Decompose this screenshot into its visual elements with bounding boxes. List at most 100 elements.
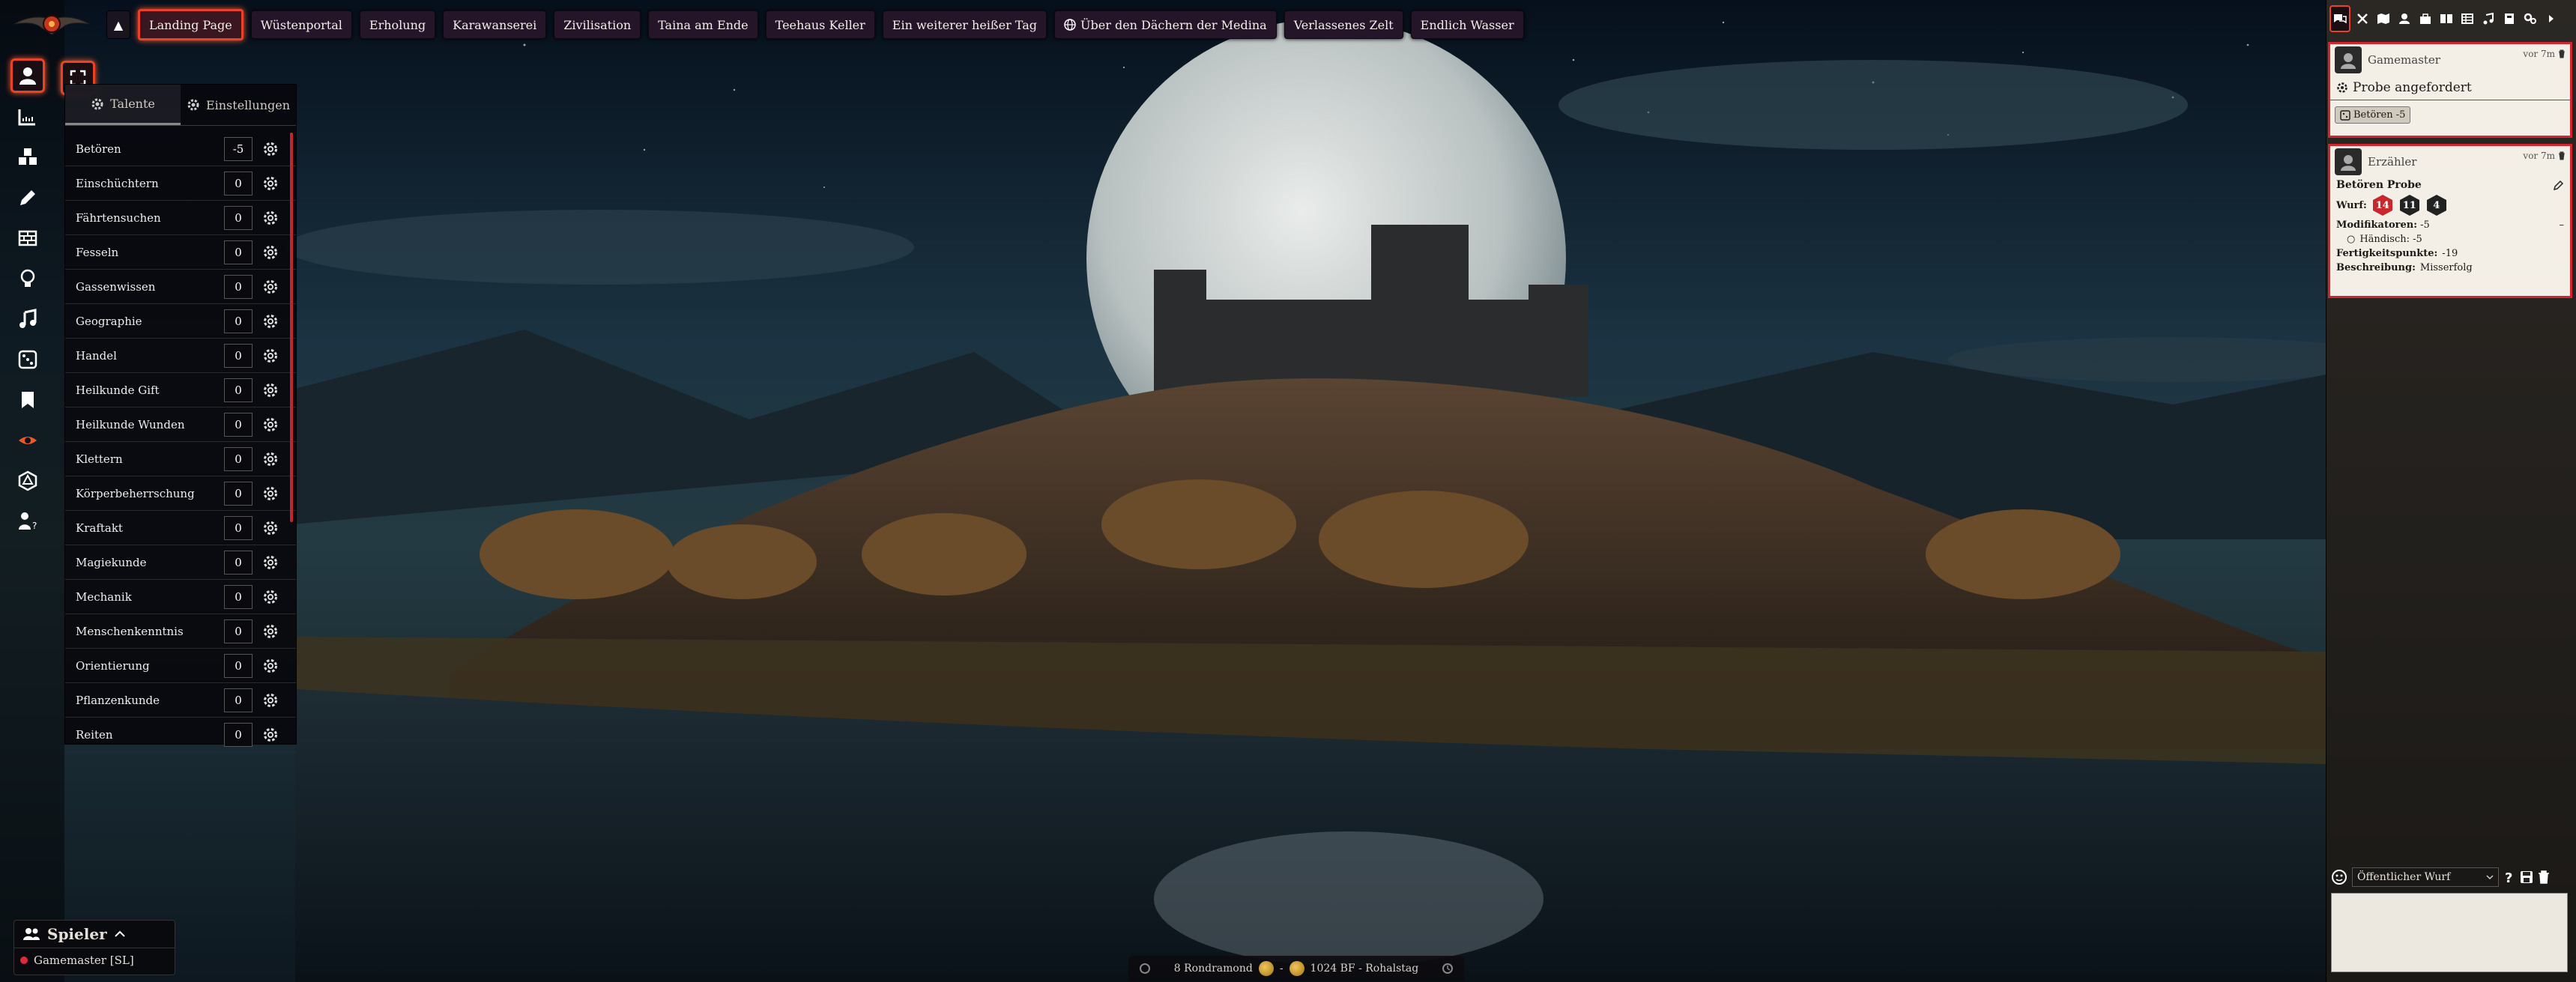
tab-scenes[interactable] xyxy=(2374,7,2392,31)
skills-scrollbar[interactable] xyxy=(290,133,293,522)
game-logo[interactable] xyxy=(7,7,96,40)
skill-row[interactable]: Reiten 0 xyxy=(65,718,296,752)
skill-roll-button[interactable] xyxy=(260,621,281,642)
scene-verlassenes-zelt[interactable]: Verlassenes Zelt xyxy=(1284,10,1403,39)
skill-row[interactable]: Klettern 0 xyxy=(65,442,296,476)
tab-items[interactable] xyxy=(2416,7,2434,31)
skill-row[interactable]: Geographie 0 xyxy=(65,304,296,339)
clock-icon[interactable] xyxy=(1442,963,1454,975)
save-icon[interactable] xyxy=(2520,870,2533,884)
skill-roll-button[interactable] xyxy=(260,173,281,194)
player-row[interactable]: Gamemaster [SL] xyxy=(14,948,175,972)
skill-row[interactable]: Handel 0 xyxy=(65,339,296,373)
skill-value[interactable]: 0 xyxy=(224,240,253,264)
die-result[interactable]: 11 xyxy=(2398,194,2421,216)
tab-journal[interactable] xyxy=(2437,7,2455,31)
control-measure[interactable] xyxy=(11,100,44,133)
scene-canvas[interactable] xyxy=(0,0,2576,982)
skill-value[interactable]: -5 xyxy=(224,136,253,161)
skill-row[interactable]: Orientierung 0 xyxy=(65,649,296,683)
scene-landing-page[interactable]: Landing Page xyxy=(138,9,244,40)
die-result[interactable]: 14 xyxy=(2371,194,2394,216)
tab-tables[interactable] xyxy=(2458,7,2476,31)
skill-roll-button[interactable] xyxy=(260,724,281,745)
collapse-sidebar[interactable] xyxy=(2542,7,2560,31)
control-token[interactable] xyxy=(10,58,95,95)
skill-value[interactable]: 0 xyxy=(224,446,253,471)
skill-roll-button[interactable] xyxy=(260,139,281,160)
skill-value[interactable]: 0 xyxy=(224,619,253,643)
skill-value[interactable]: 0 xyxy=(224,205,253,230)
players-header[interactable]: Spieler xyxy=(14,921,175,948)
skill-row[interactable]: Pflanzenkunde 0 xyxy=(65,683,296,718)
chat-message[interactable]: Erzähler vor 7m Betören Probe Wurf: 14 1… xyxy=(2328,144,2572,298)
skill-row[interactable]: Fährtensuchen 0 xyxy=(65,201,296,235)
question-icon[interactable]: ? xyxy=(2503,870,2515,884)
tab-combat[interactable] xyxy=(2353,7,2371,31)
skill-value[interactable]: 0 xyxy=(224,309,253,333)
skill-roll-button[interactable] xyxy=(260,655,281,676)
tab-talente[interactable]: Talente xyxy=(65,85,181,125)
tab-playlists[interactable] xyxy=(2479,7,2497,31)
tab-chat[interactable] xyxy=(2329,5,2350,32)
skill-value[interactable]: 0 xyxy=(224,378,253,402)
skill-value[interactable]: 0 xyxy=(224,481,253,506)
control-tiles[interactable] xyxy=(11,141,44,174)
skill-roll-button[interactable] xyxy=(260,311,281,332)
control-regions[interactable] xyxy=(11,343,44,376)
control-lighting[interactable] xyxy=(11,262,44,295)
trash-icon[interactable] xyxy=(2558,151,2566,160)
collapse-icon[interactable]: – xyxy=(2560,219,2565,231)
skill-roll-button[interactable] xyxy=(260,380,281,401)
skill-roll-button[interactable] xyxy=(260,414,281,435)
skill-value[interactable]: 0 xyxy=(224,171,253,196)
scene-teehaus-keller[interactable]: Teehaus Keller xyxy=(765,10,875,39)
control-help[interactable]: ? xyxy=(11,505,44,538)
skill-value[interactable]: 0 xyxy=(224,343,253,368)
control-vision[interactable] xyxy=(11,424,44,457)
skill-value[interactable]: 0 xyxy=(224,688,253,712)
tab-einstellungen[interactable]: Einstellungen xyxy=(181,85,296,125)
skill-row[interactable]: Betören -5 xyxy=(65,132,296,166)
skill-roll-button[interactable] xyxy=(260,587,281,607)
scene-nav-toggle[interactable]: ▲ xyxy=(106,10,130,39)
skill-roll-button[interactable] xyxy=(260,690,281,711)
skill-roll-button[interactable] xyxy=(260,483,281,504)
skill-row[interactable]: Menschenkenntnis 0 xyxy=(65,614,296,649)
skill-roll-button[interactable] xyxy=(260,449,281,470)
skill-value[interactable]: 0 xyxy=(224,515,253,540)
roll-mode-select[interactable]: Öffentlicher Wurf xyxy=(2352,867,2499,887)
trash-icon[interactable] xyxy=(2558,49,2566,58)
scene-endlich-wasser[interactable]: Endlich Wasser xyxy=(1410,10,1524,39)
control-rolls[interactable] xyxy=(11,464,44,497)
chat-message[interactable]: Gamemaster vor 7m Probe angefordert Betö… xyxy=(2328,42,2572,138)
skill-row[interactable]: Fesseln 0 xyxy=(65,235,296,270)
skill-roll-button[interactable] xyxy=(260,552,281,573)
skill-row[interactable]: Einschüchtern 0 xyxy=(65,166,296,201)
control-drawing[interactable] xyxy=(11,181,44,214)
edit-icon[interactable] xyxy=(2554,180,2564,190)
settings-icon[interactable] xyxy=(1139,963,1151,975)
chat-message-input[interactable] xyxy=(2331,893,2568,972)
skill-row[interactable]: Gassenwissen 0 xyxy=(65,270,296,304)
control-sounds[interactable] xyxy=(11,303,44,336)
skill-value[interactable]: 0 xyxy=(224,412,253,437)
tab-compendium[interactable] xyxy=(2500,7,2518,31)
tab-settings[interactable] xyxy=(2521,7,2539,31)
skill-roll-button[interactable] xyxy=(260,242,281,263)
skill-value[interactable]: 0 xyxy=(224,653,253,678)
skill-value[interactable]: 0 xyxy=(224,550,253,575)
trash-icon[interactable] xyxy=(2538,870,2550,884)
scene-taina-am-ende[interactable]: Taina am Ende xyxy=(648,10,758,39)
control-notes[interactable] xyxy=(11,384,44,416)
skill-value[interactable]: 0 xyxy=(224,584,253,609)
skill-row[interactable]: Kraftakt 0 xyxy=(65,511,296,545)
scene-erholung[interactable]: Erholung xyxy=(359,10,436,39)
die-result[interactable]: 4 xyxy=(2425,194,2448,216)
tab-actors[interactable] xyxy=(2395,7,2413,31)
roll-request-button[interactable]: Betören -5 xyxy=(2335,106,2411,124)
scene-wuestenportal[interactable]: Wüstenportal xyxy=(250,10,352,39)
control-walls[interactable] xyxy=(11,222,44,255)
skill-value[interactable]: 0 xyxy=(224,722,253,747)
skill-row[interactable]: Heilkunde Wunden 0 xyxy=(65,407,296,442)
